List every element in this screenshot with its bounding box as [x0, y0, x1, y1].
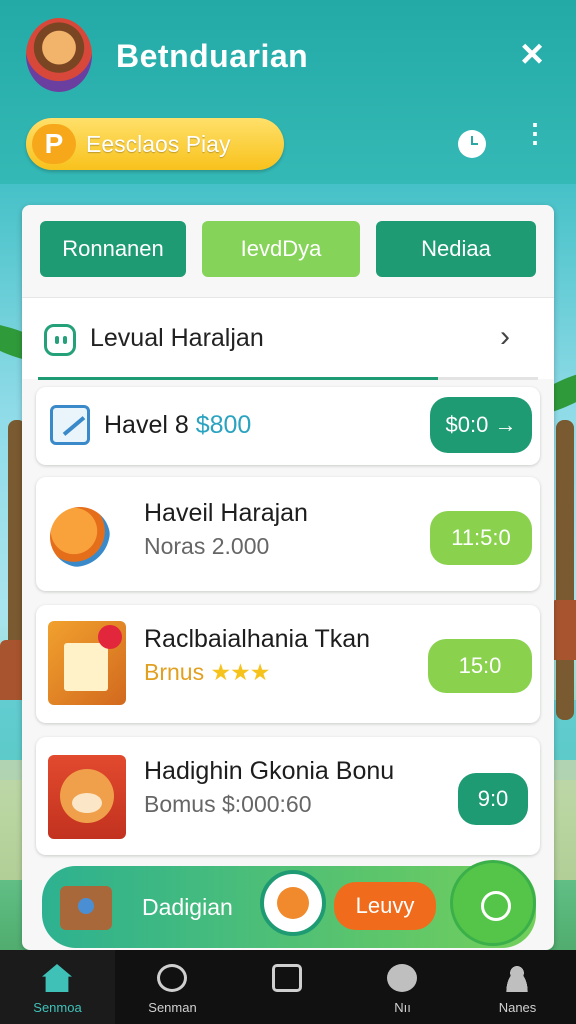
search-icon — [157, 964, 187, 992]
item-title: Haveil Harajan — [144, 499, 308, 527]
palm-tree-right — [556, 420, 574, 720]
level-progress-fill — [38, 377, 438, 380]
item-title-text: Havel 8 — [104, 411, 189, 439]
tab-ronnanen[interactable]: Ronnanen — [40, 221, 186, 277]
star-rating-icon: ★★★ — [210, 659, 270, 685]
close-button[interactable]: × — [512, 34, 552, 74]
nav-item-box[interactable] — [230, 950, 345, 1024]
item-title: Hadighin Gkonia Bonu — [144, 757, 395, 785]
claim-button[interactable]: 9:0 — [458, 773, 528, 825]
item-subtitle: Noras 2.000 — [144, 533, 270, 559]
gift-box-icon — [48, 621, 126, 705]
play-badge-icon: P — [32, 124, 76, 164]
level-label: Levual Haraljan — [90, 324, 264, 352]
game-controller-icon — [44, 324, 76, 356]
item-title: Raclbaialhania Tkan — [144, 625, 371, 653]
main-card: Ronnanen IevdDya Nediaa Levual Haraljan … — [22, 205, 554, 950]
list-item[interactable]: Havel 8 $800 $0:0 → — [36, 387, 540, 465]
item-title: Havel 8 $800 — [104, 411, 251, 440]
coin-bag-icon — [50, 507, 110, 567]
banner-label: Dadigian — [142, 894, 233, 920]
tab-nediaa[interactable]: Nediaa — [376, 221, 536, 277]
play-button[interactable]: P Eesclaos Piay — [26, 118, 284, 170]
bonus-label: Brnus — [144, 659, 205, 685]
play-label: Eesclaos Piay — [86, 131, 231, 157]
tab-ievddya[interactable]: IevdDya — [202, 221, 360, 277]
chat-icon — [387, 964, 417, 992]
list-item[interactable]: Haveil Harajan Noras 2.000 11:5:0 — [36, 477, 540, 591]
chevron-right-icon[interactable]: › — [500, 320, 510, 354]
claim-button[interactable]: 11:5:0 — [430, 511, 532, 565]
bottom-banner[interactable]: Dadigian Leuvy — [42, 860, 536, 948]
bottom-navigation: Senmoa Senman Nıı Nanes — [0, 950, 576, 1024]
nav-label: Senman — [148, 1000, 197, 1015]
level-row[interactable]: Levual Haraljan › — [22, 297, 554, 379]
list-item[interactable]: Hadighin Gkonia Bonu Bomus $:000:60 9:0 — [36, 737, 540, 855]
tab-bar: Ronnanen IevdDya Nediaa — [40, 221, 536, 277]
nav-item-search[interactable]: Senman — [115, 950, 230, 1024]
clock-icon[interactable] — [458, 130, 486, 158]
nav-item-profile[interactable]: Nanes — [460, 950, 576, 1024]
item-subtitle: Brnus ★★★ — [144, 659, 270, 686]
dog-mascot-icon — [48, 755, 126, 839]
home-icon — [42, 964, 72, 992]
action-circle-button[interactable] — [450, 860, 536, 946]
more-menu-icon[interactable]: ⋮ — [522, 120, 548, 160]
user-icon — [502, 964, 532, 992]
leuvy-button[interactable]: Leuvy — [334, 882, 436, 930]
edit-icon — [50, 405, 90, 445]
claim-button[interactable]: $0:0 → — [430, 397, 532, 453]
nav-label: Nıı — [394, 1000, 411, 1015]
item-subtitle: Bomus $:000:60 — [144, 791, 312, 817]
level-progress-bar — [38, 377, 538, 380]
avatar[interactable] — [26, 18, 92, 92]
treasure-chest-icon — [60, 886, 112, 930]
claim-button[interactable]: 15:0 — [428, 639, 532, 693]
item-price: $800 — [195, 411, 252, 439]
app-header: Betnduarian × P Eesclaos Piay ⋮ — [0, 0, 576, 184]
nav-item-chat[interactable]: Nıı — [345, 950, 460, 1024]
nav-label: Senmoa — [33, 1000, 82, 1015]
app-title: Betnduarian — [116, 38, 309, 74]
list-item[interactable]: Raclbaialhania Tkan Brnus ★★★ 15:0 — [36, 605, 540, 723]
nav-label: Nanes — [498, 1000, 537, 1015]
nav-item-home[interactable]: Senmoa — [0, 950, 115, 1024]
coin-icon[interactable] — [260, 870, 326, 936]
box-icon — [272, 964, 302, 992]
